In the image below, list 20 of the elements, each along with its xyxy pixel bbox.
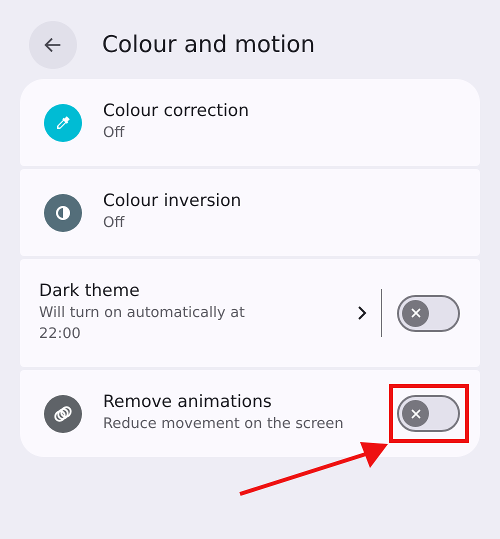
setting-summary: Will turn on automatically at 22:00 <box>39 304 246 344</box>
setting-item[interactable]: Colour inversion Off <box>20 169 480 256</box>
toggle-switch[interactable] <box>397 395 460 432</box>
setting-item[interactable]: Dark theme Will turn on automatically at 22:00 <box>20 259 480 367</box>
setting-title: Colour inversion <box>103 191 242 211</box>
page-title: Colour and motion <box>102 32 316 58</box>
setting-summary: Off <box>103 214 126 233</box>
toggle-switch[interactable] <box>397 294 460 332</box>
setting-title: Colour correction <box>103 101 250 121</box>
setting-summary: Reduce movement on the screen <box>103 415 345 434</box>
chevron-icon <box>357 305 367 321</box>
setting-title: Remove animations <box>103 392 273 412</box>
eyedropper-icon <box>54 114 72 132</box>
setting-item[interactable]: Remove animations Reduce movement on the screen <box>20 370 480 457</box>
setting-title: Dark theme <box>39 281 141 301</box>
back-button[interactable] <box>29 21 77 69</box>
close-icon <box>410 307 422 319</box>
setting-summary: Off <box>103 124 126 143</box>
close-icon <box>410 408 422 420</box>
setting-item[interactable]: Colour correction Off <box>20 79 480 166</box>
